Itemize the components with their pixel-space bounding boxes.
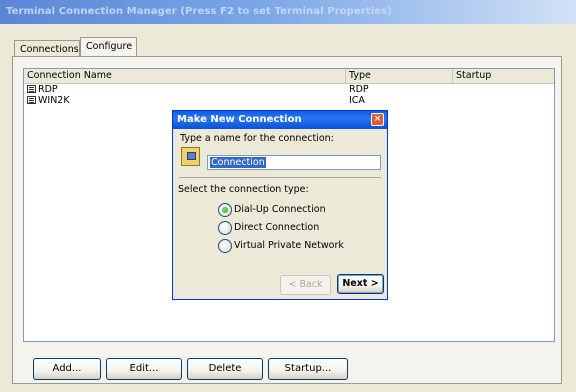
connection-type-label: Select the connection type: [178,184,309,195]
dial-up-radio[interactable] [218,203,232,217]
list-header: Connection Name Type Startup [24,69,554,84]
delete-button[interactable]: Delete [187,358,263,380]
list-item[interactable]: WIN2K ICA [24,95,554,106]
back-button[interactable]: < Back [280,275,331,295]
vpn-radio[interactable] [218,239,232,253]
direct-connection-radio[interactable] [218,221,232,235]
connection-type: RDP [349,84,369,95]
tab-connections[interactable]: Connections [14,40,80,56]
connection-icon [27,85,36,93]
edit-button[interactable]: Edit... [106,358,182,380]
window-titlebar: Terminal Connection Manager (Press F2 to… [0,0,576,24]
new-connection-icon [181,147,200,166]
make-new-connection-dialog: Make New Connection × Type a name for th… [172,110,388,300]
dialog-divider [179,177,381,178]
list-item[interactable]: RDP RDP [24,84,554,95]
startup-button[interactable]: Startup... [268,358,348,380]
tab-configure[interactable]: Configure [80,37,137,57]
close-icon[interactable]: × [371,113,384,126]
connection-name: WIN2K [38,95,70,106]
connection-name-input[interactable]: Connection [207,155,381,170]
connection-name: RDP [38,84,58,95]
add-button[interactable]: Add... [33,358,101,380]
column-header-startup[interactable]: Startup [453,69,554,83]
connection-icon [27,96,36,104]
dial-up-label[interactable]: Dial-Up Connection [234,204,326,215]
dialog-titlebar[interactable]: Make New Connection × [173,111,387,129]
dialog-title: Make New Connection [177,114,302,125]
window-title: Terminal Connection Manager (Press F2 to… [6,6,392,17]
column-header-connection-name[interactable]: Connection Name [24,69,346,83]
next-button[interactable]: Next > [337,274,384,294]
vpn-label[interactable]: Virtual Private Network [234,240,344,251]
connection-name-value: Connection [210,157,266,168]
name-prompt: Type a name for the connection: [180,133,334,144]
column-header-type[interactable]: Type [346,69,453,83]
direct-connection-label[interactable]: Direct Connection [234,222,319,233]
connection-type: ICA [349,95,365,106]
